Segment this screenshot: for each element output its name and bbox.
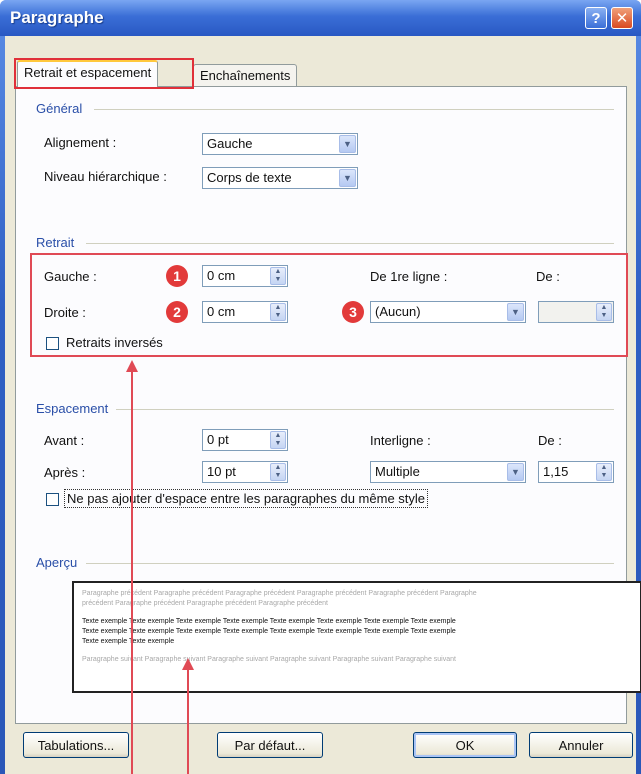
annotation-arrow-line	[187, 668, 189, 774]
preview-prev-line: Paragraphe précédent Paragraphe précéden…	[82, 590, 477, 597]
tabs-button[interactable]: Tabulations...	[23, 732, 129, 758]
preview-sample-line: Texte exemple Texte exemple	[82, 638, 175, 645]
spacing-at-label: De :	[538, 433, 562, 448]
general-group-title: Général	[36, 101, 83, 116]
indent-by-spinner[interactable]: ▲ ▼	[538, 301, 614, 323]
spinner-arrows-icon[interactable]: ▲ ▼	[270, 431, 286, 449]
spinner-arrows-icon[interactable]: ▲ ▼	[270, 463, 286, 481]
paragraph-preview: Paragraphe précédent Paragraphe précéden…	[72, 581, 641, 693]
preview-sample-line: Texte exemple Texte exemple Texte exempl…	[82, 628, 456, 635]
preview-group-title: Aperçu	[36, 555, 78, 570]
first-line-label: De 1re ligne :	[370, 269, 448, 284]
dialog-body: Retrait et espacement Enchaînements Géné…	[5, 36, 641, 774]
first-line-value: (Aucun)	[375, 304, 421, 319]
no-space-same-style-checkbox[interactable]	[46, 493, 59, 506]
mirror-indents-checkbox[interactable]	[46, 337, 59, 350]
preview-sample-line: Texte exemple Texte exemple Texte exempl…	[82, 618, 456, 625]
space-after-value: 10 pt	[207, 464, 236, 479]
space-before-label: Avant :	[44, 433, 85, 448]
dialog-title: Paragraphe	[10, 8, 104, 27]
indent-right-label: Droite :	[44, 305, 86, 320]
close-button[interactable]: ✕	[611, 7, 633, 29]
arrow-up-icon	[126, 360, 138, 372]
spacing-group-title: Espacement	[36, 401, 109, 416]
mirror-indents-label[interactable]: Retraits inversés	[66, 335, 163, 350]
spacing-at-value: 1,15	[543, 464, 569, 479]
tab-panel: Général Alignement : Gauche ▼ Niveau hié…	[15, 86, 641, 724]
indent-group-title: Retrait	[36, 235, 75, 250]
divider	[86, 563, 614, 564]
help-button[interactable]: ?	[585, 7, 607, 29]
ok-button[interactable]: OK	[413, 732, 517, 758]
indent-left-label: Gauche :	[44, 269, 97, 284]
line-spacing-label: Interligne :	[370, 433, 431, 448]
no-space-same-style-label[interactable]: Ne pas ajouter d'espace entre les paragr…	[64, 489, 429, 508]
indent-right-spinner[interactable]: 0 cm ▲ ▼	[202, 301, 288, 323]
spinner-arrows-icon[interactable]: ▲ ▼	[270, 303, 286, 321]
outline-level-value: Corps de texte	[207, 170, 292, 185]
title-bar: Paragraphe ? ✕	[0, 0, 641, 36]
space-after-label: Après :	[44, 465, 86, 480]
space-after-spinner[interactable]: 10 pt ▲ ▼	[202, 461, 288, 483]
preview-prev-line: précédent Paragraphe précédent Paragraph…	[82, 600, 328, 607]
chevron-down-icon[interactable]: ▼	[339, 169, 356, 187]
divider	[86, 243, 614, 244]
indent-left-value: 0 cm	[207, 268, 236, 283]
space-before-value: 0 pt	[207, 432, 229, 447]
indent-left-spinner[interactable]: 0 cm ▲ ▼	[202, 265, 288, 287]
tab-indent-spacing[interactable]: Retrait et espacement	[17, 60, 159, 87]
paragraph-dialog: Paragraphe ? ✕ Retrait et espacement Enc…	[0, 0, 641, 774]
indent-right-value: 0 cm	[207, 304, 236, 319]
first-line-select[interactable]: (Aucun) ▼	[370, 301, 526, 323]
chevron-down-icon[interactable]: ▼	[507, 303, 524, 321]
spinner-arrows-icon[interactable]: ▲ ▼	[270, 267, 286, 285]
divider	[94, 109, 614, 110]
space-before-spinner[interactable]: 0 pt ▲ ▼	[202, 429, 288, 451]
spinner-arrows-icon[interactable]: ▲ ▼	[596, 303, 612, 321]
callout-badge-1: 1	[166, 265, 188, 287]
preview-next-line: Paragraphe suivant Paragraphe suivant Pa…	[82, 656, 456, 663]
cancel-button[interactable]: Annuler	[529, 732, 633, 758]
outline-level-select[interactable]: Corps de texte ▼	[202, 167, 358, 189]
callout-badge-2: 2	[166, 301, 188, 323]
annotation-arrow-line	[131, 370, 133, 774]
spacing-at-spinner[interactable]: 1,15 ▲ ▼	[538, 461, 614, 483]
line-spacing-select[interactable]: Multiple ▼	[370, 461, 526, 483]
chevron-down-icon[interactable]: ▼	[339, 135, 356, 153]
line-spacing-value: Multiple	[375, 464, 420, 479]
tab-line-page-breaks[interactable]: Enchaînements	[193, 64, 298, 86]
divider	[116, 409, 614, 410]
callout-badge-3: 3	[342, 301, 364, 323]
set-default-button[interactable]: Par défaut...	[217, 732, 323, 758]
alignment-select[interactable]: Gauche ▼	[202, 133, 358, 155]
alignment-label: Alignement :	[44, 135, 117, 150]
indent-by-label: De :	[536, 269, 560, 284]
alignment-value: Gauche	[207, 136, 253, 151]
arrow-up-icon	[182, 658, 194, 670]
chevron-down-icon[interactable]: ▼	[507, 463, 524, 481]
outline-level-label: Niveau hiérarchique :	[44, 169, 167, 184]
spinner-arrows-icon[interactable]: ▲ ▼	[596, 463, 612, 481]
